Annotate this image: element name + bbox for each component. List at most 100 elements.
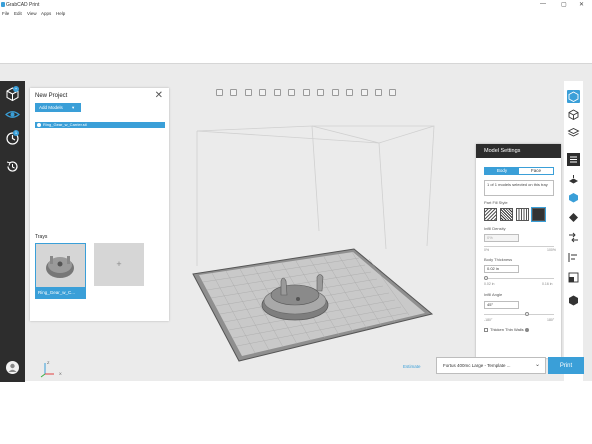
file-list-item[interactable]: Ring_Gear_w_Carrier.stl: [35, 122, 165, 128]
view-top-button[interactable]: [288, 89, 296, 96]
view-left-button[interactable]: [259, 89, 267, 96]
carrier-arm-right: [316, 274, 324, 292]
body-thickness-slider[interactable]: [484, 278, 554, 279]
menu-edit[interactable]: Edit: [14, 11, 22, 16]
infill-density-max: 100%: [547, 248, 556, 252]
close-icon[interactable]: ✕: [155, 90, 163, 101]
tab-body[interactable]: Body: [485, 168, 519, 174]
close-window-button[interactable]: ✕: [579, 1, 584, 8]
arrows-icon: [569, 232, 578, 243]
view-fit-button[interactable]: [331, 89, 339, 96]
projects-rail-button[interactable]: [5, 107, 20, 122]
align-button[interactable]: [567, 251, 580, 264]
menu-file[interactable]: File: [2, 11, 9, 16]
wire-cube-icon: [568, 109, 579, 121]
support-icon: [569, 175, 578, 184]
model-cube-button[interactable]: [567, 90, 580, 103]
print-button[interactable]: Print: [548, 357, 584, 374]
axis-triad-icon: [40, 363, 54, 378]
fill-style-sparse[interactable]: [484, 208, 497, 221]
printer-select[interactable]: Fortus 400mc Large - Template ... ⌄: [436, 357, 546, 374]
menu-bar: File Edit View Apps Help: [0, 10, 592, 17]
body-settings-button[interactable]: [567, 191, 580, 204]
body-thickness-max: 0.16 in: [542, 282, 553, 286]
infill-density-field[interactable]: 0%: [484, 234, 519, 242]
thicken-thin-walls-checkbox[interactable]: Thicken Thin Walls: [484, 327, 529, 332]
queue-rail-button[interactable]: 1: [5, 130, 20, 146]
infill-density-min: 0%: [484, 248, 490, 252]
trays-heading: Trays: [35, 234, 48, 240]
user-icon: [8, 363, 17, 372]
info-icon: [524, 327, 529, 332]
layers-eye-icon: [5, 111, 20, 118]
settings-tab-button[interactable]: [567, 153, 580, 166]
infill-angle-min: -180°: [484, 318, 493, 322]
sliders-icon: [570, 156, 577, 163]
layers-button[interactable]: [567, 126, 580, 139]
add-tray-button[interactable]: +: [94, 243, 144, 286]
axis-z-label: Z: [47, 360, 50, 365]
app-window: + 1 New Project ✕ Add Models ▾ Ring_Gear…: [0, 63, 592, 382]
gear-ring: [270, 284, 320, 306]
view-zoom-button[interactable]: [346, 89, 354, 96]
thicken-label: Thicken Thin Walls: [490, 327, 524, 332]
view-home-button[interactable]: [216, 89, 223, 96]
axis-triad: Z X: [40, 360, 66, 378]
export-button[interactable]: [567, 294, 580, 307]
view-bottom-button[interactable]: [302, 89, 310, 96]
estimate-link[interactable]: Estimate: [403, 364, 421, 369]
body-thickness-field[interactable]: 0.02 in: [484, 265, 519, 273]
view-pan-button[interactable]: [360, 89, 368, 96]
view-right-button[interactable]: [273, 89, 281, 96]
body-face-toggle: Body Face: [484, 167, 554, 175]
minimize-button[interactable]: —: [540, 1, 546, 7]
add-models-label: Add Models: [39, 105, 63, 110]
checkbox-icon: [484, 327, 488, 332]
infill-density-label: Infill Density: [484, 226, 506, 231]
menu-apps[interactable]: Apps: [41, 11, 51, 16]
printer-value: Fortus 400mc Large - Template ...: [443, 363, 511, 368]
view-front-button[interactable]: [230, 89, 238, 96]
project-panel: New Project ✕ Add Models ▾ Ring_Gear_w_C…: [30, 88, 169, 321]
app-logo-icon: [1, 2, 5, 7]
tab-face[interactable]: Face: [519, 168, 553, 174]
project-title: New Project: [35, 93, 68, 99]
gear-cube-icon: [569, 193, 578, 203]
history-rail-button[interactable]: [5, 159, 20, 174]
fill-style-dense[interactable]: [500, 208, 513, 221]
selection-note: 1 of 1 models selected on this tray: [484, 180, 554, 196]
view-measure-button[interactable]: [389, 89, 397, 96]
chevron-down-icon: ⌄: [534, 362, 540, 368]
add-model-rail-button[interactable]: +: [5, 86, 20, 102]
menu-view[interactable]: View: [27, 11, 37, 16]
infill-density-slider[interactable]: [484, 246, 554, 247]
cube-export-icon: [569, 295, 578, 306]
fill-style-hex[interactable]: [516, 208, 529, 221]
view-back-button[interactable]: [244, 89, 252, 96]
infill-angle-field[interactable]: 45°: [484, 301, 519, 309]
check-icon: [37, 122, 41, 127]
view-iso-button[interactable]: [317, 89, 325, 96]
orient-button[interactable]: [567, 211, 580, 224]
tray-thumbnail[interactable]: Ring_Gear_w_C...: [35, 243, 86, 299]
body-thickness-handle[interactable]: [484, 276, 488, 280]
queue-badge: 1: [13, 130, 19, 136]
tray-preview-image: [46, 256, 74, 278]
infill-angle-slider[interactable]: [484, 314, 554, 315]
scale-button[interactable]: [567, 271, 580, 284]
infill-angle-handle[interactable]: [525, 312, 530, 316]
left-rail: + 1: [0, 81, 25, 382]
model-settings-title: Model Settings: [476, 144, 561, 158]
add-models-button[interactable]: Add Models ▾: [35, 103, 81, 112]
body-thickness-min: 0.02 in: [484, 282, 495, 286]
maximize-button[interactable]: ▢: [561, 1, 567, 8]
support-button[interactable]: [567, 173, 580, 186]
transform-button[interactable]: [567, 231, 580, 244]
view-rotate-button[interactable]: [374, 89, 382, 96]
menu-help[interactable]: Help: [56, 11, 65, 16]
model-settings-panel: Model Settings Body Face 1 of 1 models s…: [476, 144, 561, 358]
account-avatar[interactable]: [6, 361, 19, 374]
fill-style-solid[interactable]: [531, 207, 546, 222]
infill-angle-max: 180°: [547, 318, 555, 322]
wireframe-button[interactable]: [567, 108, 580, 121]
